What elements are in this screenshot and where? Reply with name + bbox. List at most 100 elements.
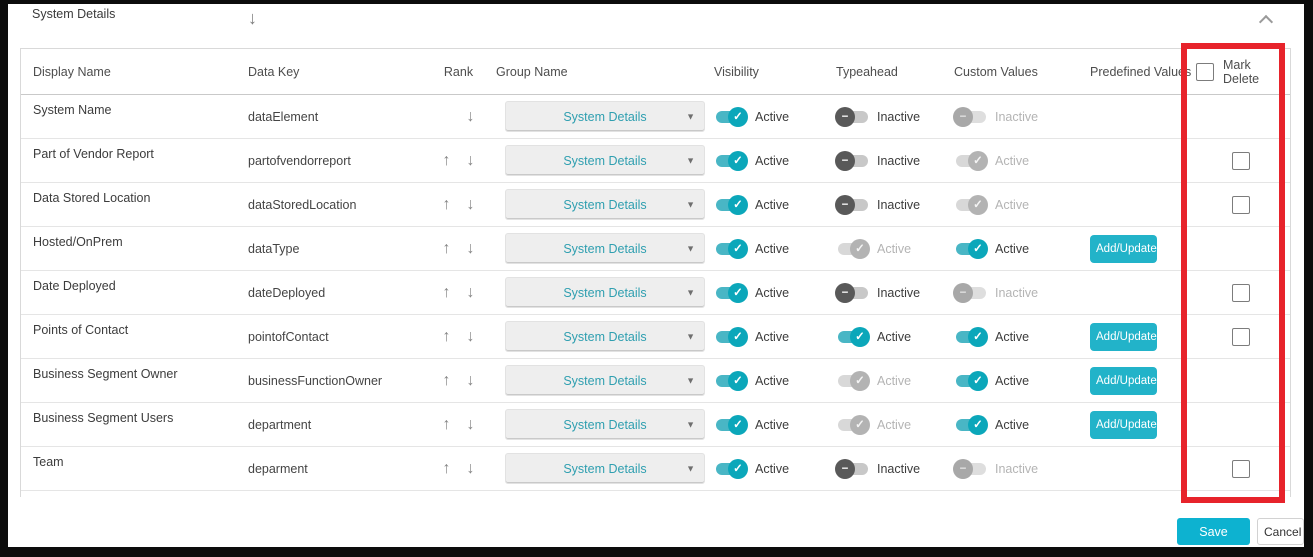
- custom-values-cell: ✓Active: [954, 195, 1029, 215]
- visibility-toggle[interactable]: ✓: [714, 107, 748, 127]
- rank-up-icon[interactable]: ↑: [438, 461, 456, 477]
- typeahead-state-label: Inactive: [877, 154, 920, 168]
- mark-delete-checkbox[interactable]: [1232, 460, 1250, 478]
- group-name-select[interactable]: System Details▼: [505, 321, 705, 352]
- mark-delete-checkbox[interactable]: [1232, 152, 1250, 170]
- collapse-section-icon[interactable]: [1260, 14, 1271, 25]
- visibility-toggle[interactable]: ✓: [714, 327, 748, 347]
- minus-icon: −: [835, 195, 855, 215]
- rank-up-icon[interactable]: ↑: [438, 285, 456, 301]
- rank-down-icon[interactable]: ↓: [462, 285, 480, 301]
- group-name-selected-value: System Details: [563, 198, 646, 212]
- select-all-delete-checkbox[interactable]: [1196, 63, 1214, 81]
- typeahead-cell: ✓Active: [836, 239, 911, 259]
- visibility-toggle[interactable]: ✓: [714, 151, 748, 171]
- mark-delete-checkbox[interactable]: [1232, 284, 1250, 302]
- group-name-selected-value: System Details: [563, 154, 646, 168]
- display-name-cell: Hosted/OnPrem: [21, 227, 236, 249]
- typeahead-cell: ✓Active: [836, 371, 954, 391]
- typeahead-toggle[interactable]: −: [836, 151, 870, 171]
- rank-down-icon[interactable]: ↓: [462, 109, 480, 125]
- rank-up-icon[interactable]: ↑: [438, 197, 456, 213]
- typeahead-toggle[interactable]: −: [836, 459, 870, 479]
- rank-down-icon[interactable]: ↓: [462, 461, 480, 477]
- visibility-state-label: Active: [755, 154, 789, 168]
- rank-down-icon[interactable]: ↓: [462, 373, 480, 389]
- typeahead-toggle[interactable]: −: [836, 195, 870, 215]
- display-name-cell: Business Segment Owner: [21, 359, 236, 381]
- rank-down-icon[interactable]: ↓: [462, 329, 480, 345]
- custom-values-state-label: Inactive: [995, 462, 1038, 476]
- custom-values-toggle: ✓: [954, 151, 988, 171]
- custom-values-toggle[interactable]: ✓: [954, 415, 988, 435]
- custom-values-toggle[interactable]: ✓: [954, 371, 988, 391]
- add-update-button[interactable]: Add/Update: [1090, 411, 1157, 439]
- custom-values-state-label: Active: [995, 330, 1029, 344]
- data-key-text: dataStoredLocation: [248, 198, 356, 212]
- add-update-button[interactable]: Add/Update: [1090, 323, 1157, 351]
- group-name-select[interactable]: System Details▼: [505, 233, 705, 264]
- visibility-toggle[interactable]: ✓: [714, 459, 748, 479]
- mark-delete-cell: [1192, 284, 1290, 302]
- visibility-cell: ✓Active: [714, 239, 789, 259]
- custom-values-state-label: Active: [995, 242, 1029, 256]
- visibility-toggle[interactable]: ✓: [714, 371, 748, 391]
- mark-delete-cell: [1192, 328, 1290, 346]
- group-name-select[interactable]: System Details▼: [505, 365, 705, 396]
- cancel-button[interactable]: Cancel: [1257, 518, 1304, 545]
- rank-cell: ↑↓: [421, 153, 496, 169]
- mark-delete-checkbox[interactable]: [1232, 328, 1250, 346]
- visibility-toggle[interactable]: ✓: [714, 415, 748, 435]
- mark-delete-checkbox[interactable]: [1232, 196, 1250, 214]
- typeahead-toggle[interactable]: −: [836, 283, 870, 303]
- visibility-cell: ✓ Active: [714, 371, 789, 391]
- group-name-selected-value: System Details: [563, 374, 646, 388]
- group-name-cell: System Details▼: [496, 453, 714, 484]
- rank-up-icon[interactable]: ↑: [438, 153, 456, 169]
- add-update-button[interactable]: Add/Update: [1090, 235, 1157, 263]
- save-button[interactable]: Save: [1177, 518, 1250, 545]
- typeahead-state-label: Active: [877, 418, 911, 432]
- rank-down-icon[interactable]: ↓: [462, 153, 480, 169]
- display-name-cell: Business Segment Users: [21, 403, 236, 425]
- data-key-text: dateDeployed: [248, 286, 325, 300]
- group-name-select[interactable]: System Details▼: [505, 409, 705, 440]
- group-name-cell: System Details▼: [496, 365, 714, 396]
- visibility-toggle[interactable]: ✓: [714, 239, 748, 259]
- custom-values-toggle[interactable]: ✓: [954, 327, 988, 347]
- rank-down-icon[interactable]: ↓: [462, 417, 480, 433]
- group-section-label: System Details: [32, 7, 115, 21]
- visibility-toggle[interactable]: ✓: [714, 283, 748, 303]
- custom-values-toggle[interactable]: ✓: [954, 239, 988, 259]
- group-name-select[interactable]: System Details▼: [505, 453, 705, 484]
- rank-down-icon[interactable]: ↓: [462, 197, 480, 213]
- mark-delete-cell: [1192, 152, 1290, 170]
- display-name-cell: Data Stored Location: [21, 183, 236, 205]
- rank-up-icon[interactable]: ↑: [438, 417, 456, 433]
- typeahead-cell: ✓Active: [836, 327, 954, 347]
- custom-values-cell: −Inactive: [954, 283, 1038, 303]
- rank-down-icon[interactable]: ↓: [462, 241, 480, 257]
- rank-up-icon[interactable]: ↑: [438, 329, 456, 345]
- visibility-cell: ✓Active: [714, 415, 836, 435]
- group-move-down-icon[interactable]: ↓: [248, 8, 257, 29]
- add-update-button[interactable]: Add/Update: [1090, 367, 1157, 395]
- display-name-cell: Part of Vendor Report: [21, 139, 236, 161]
- group-name-select[interactable]: System Details▼: [505, 145, 705, 176]
- rank-up-icon[interactable]: ↑: [438, 373, 456, 389]
- typeahead-toggle[interactable]: −: [836, 107, 870, 127]
- typeahead-toggle[interactable]: ✓: [836, 327, 870, 347]
- group-name-select[interactable]: System Details▼: [505, 277, 705, 308]
- rank-up-icon[interactable]: ↑: [438, 241, 456, 257]
- rank-cell: ↑↓: [421, 461, 496, 477]
- predefined-values-cell: Add/Update: [1082, 235, 1192, 263]
- visibility-cell: ✓Active: [714, 415, 789, 435]
- check-icon: ✓: [850, 327, 870, 347]
- visibility-toggle[interactable]: ✓: [714, 195, 748, 215]
- visibility-cell: ✓Active: [714, 459, 789, 479]
- data-key-text: deparment: [248, 462, 308, 476]
- group-name-select[interactable]: System Details▼: [505, 189, 705, 220]
- group-name-select[interactable]: System Details▼: [505, 101, 705, 132]
- visibility-state-label: Active: [755, 374, 789, 388]
- custom-values-cell: ✓Active: [954, 151, 1029, 171]
